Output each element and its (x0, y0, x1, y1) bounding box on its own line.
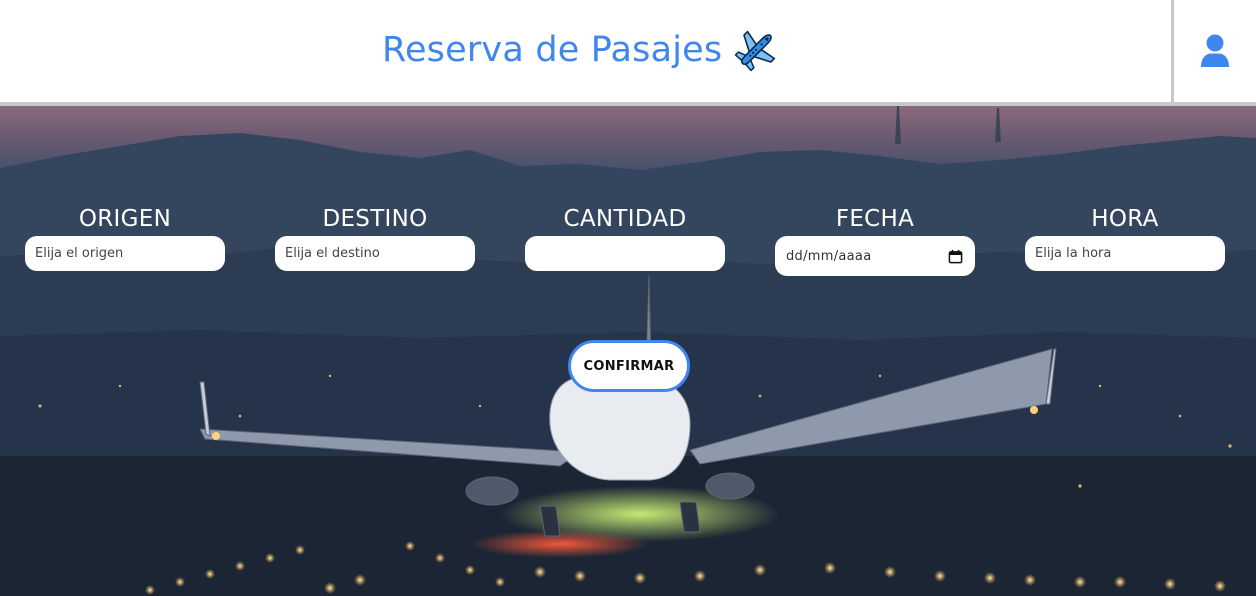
destination-input[interactable] (275, 236, 475, 271)
quantity-label: CANTIDAD (563, 206, 687, 232)
destination-field: DESTINO (275, 204, 475, 271)
destination-label: DESTINO (322, 206, 428, 232)
airplane-icon (735, 30, 776, 72)
date-input[interactable]: dd/mm/aaaa (775, 236, 975, 276)
hero-section: ORIGEN DESTINO CANTIDAD FECHA dd/mm/aaaa… (0, 106, 1256, 596)
confirm-button[interactable]: CONFIRMAR (568, 340, 690, 392)
app-title: Reserva de Pasajes (382, 30, 723, 70)
origin-field: ORIGEN (25, 204, 225, 271)
calendar-icon[interactable] (948, 249, 963, 264)
date-placeholder: dd/mm/aaaa (786, 248, 872, 264)
time-field: HORA (1025, 204, 1225, 271)
origin-label: ORIGEN (78, 206, 172, 232)
title-group: Reserva de Pasajes (382, 24, 778, 76)
date-field: FECHA dd/mm/aaaa (775, 204, 975, 276)
quantity-field: CANTIDAD (525, 204, 725, 271)
time-label: HORA (1091, 206, 1159, 232)
user-account-button[interactable] (1174, 0, 1256, 102)
app-header: Reserva de Pasajes (0, 0, 1256, 102)
quantity-input[interactable] (525, 236, 725, 271)
date-label: FECHA (835, 206, 915, 232)
user-icon (1201, 34, 1229, 67)
origin-input[interactable] (25, 236, 225, 271)
time-input[interactable] (1025, 236, 1225, 271)
